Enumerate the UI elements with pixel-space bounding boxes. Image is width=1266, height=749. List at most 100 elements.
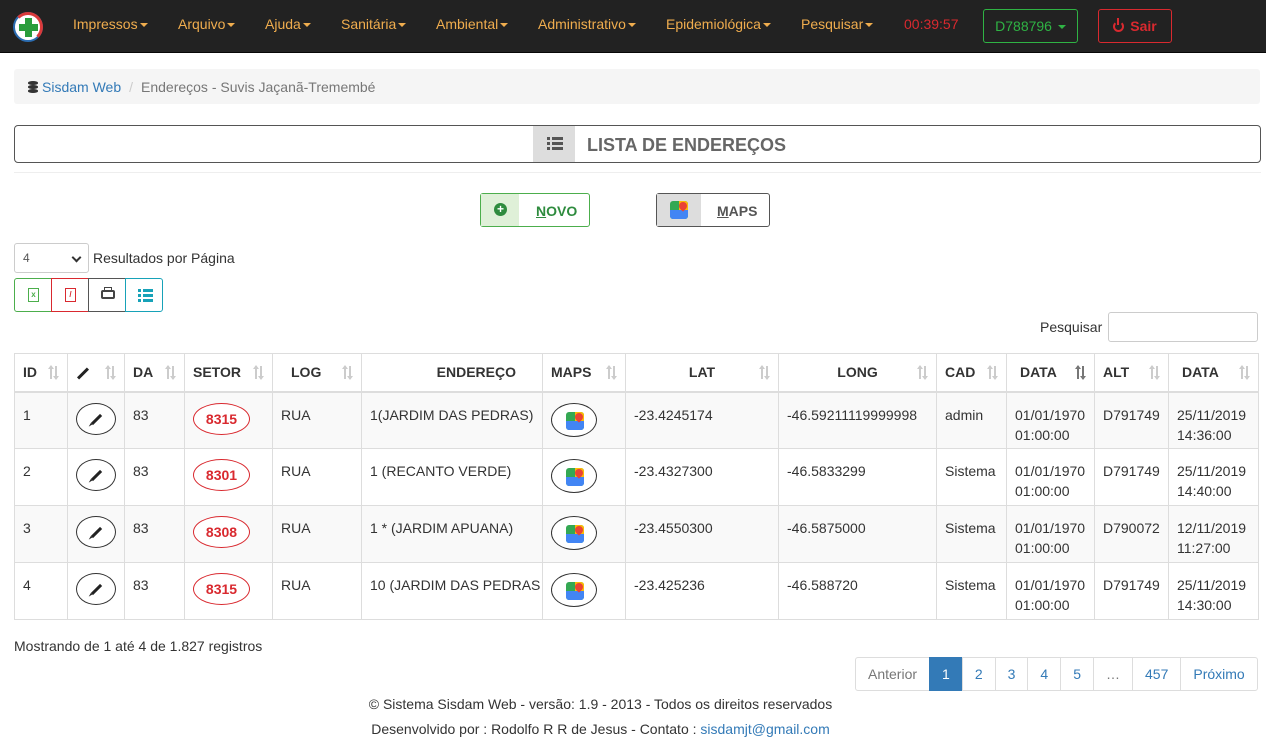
col-header-data-alteracao[interactable]: DATA (1168, 353, 1259, 393)
page-length-select[interactable]: 4 (14, 243, 89, 273)
page-ellipsis: … (1093, 657, 1134, 691)
caret-down-icon (227, 23, 236, 28)
caret-down-icon (627, 23, 636, 28)
pencil-icon (90, 526, 103, 539)
google-maps-icon (670, 201, 688, 219)
power-icon (1113, 18, 1125, 32)
page-title-panel: LISTA DE ENDEREÇOS (14, 125, 1261, 163)
page-next-button[interactable]: Próximo (1180, 657, 1258, 691)
menu-ajuda[interactable]: Ajuda (265, 16, 311, 32)
row-maps-button[interactable] (551, 459, 597, 493)
cell-data-cadastro: 01/01/1970 01:00:00 (1006, 505, 1095, 563)
user-dropdown-button[interactable]: D788796 (983, 9, 1078, 43)
sort-icon (917, 365, 929, 380)
cell-lat: -23.4327300 (625, 448, 779, 506)
col-header-da[interactable]: DA (124, 353, 185, 393)
breadcrumb-current: Endereços - Suvis Jaçanã-Tremembé (141, 79, 376, 95)
sort-icon (48, 365, 60, 380)
col-header-id[interactable]: ID (14, 353, 68, 393)
col-header-data-cadastro[interactable]: DATA (1006, 353, 1095, 393)
col-header-cad[interactable]: CAD (936, 353, 1007, 393)
setor-badge-button[interactable]: 8301 (193, 459, 250, 491)
col-header-edit[interactable] (67, 353, 125, 393)
col-header-maps[interactable]: MAPS (542, 353, 626, 393)
col-header-alt[interactable]: ALT (1094, 353, 1169, 393)
setor-badge-button[interactable]: 8315 (193, 573, 250, 605)
table-row: 4 83 8315 RUA 10 (JARDIM DAS PEDRAS -23.… (14, 562, 1259, 620)
menu-sanitaria[interactable]: Sanitária (341, 16, 407, 32)
setor-badge-button[interactable]: 8308 (193, 516, 250, 548)
breadcrumb: Sisdam Web / Endereços - Suvis Jaçanã-Trem… (14, 69, 1260, 104)
menu-pesquisar[interactable]: Pesquisar (801, 16, 874, 32)
menu-arquivo[interactable]: Arquivo (178, 16, 236, 32)
sort-icon (987, 365, 999, 380)
cell-alt: D791749 (1094, 562, 1169, 620)
maps-button[interactable]: MAPS (656, 193, 770, 227)
edit-row-button[interactable] (76, 459, 116, 491)
pencil-icon (76, 367, 90, 380)
row-maps-button[interactable] (551, 516, 597, 550)
page-length-label: Resultados por Página (93, 250, 235, 266)
caret-down-icon (139, 23, 148, 28)
cell-endereco: 1(JARDIM DAS PEDRAS) (361, 391, 543, 449)
edit-row-button[interactable] (76, 402, 116, 435)
pencil-icon (90, 469, 103, 482)
page-2-button[interactable]: 2 (961, 657, 996, 691)
menu-impressos[interactable]: Impressos (73, 16, 148, 32)
search-label: Pesquisar (1040, 319, 1103, 335)
cell-cad: Sistema (936, 448, 1007, 506)
cell-data-alteracao: 25/11/2019 14:40:00 (1168, 448, 1259, 506)
caret-down-icon (500, 23, 509, 28)
breadcrumb-home-link[interactable]: Sisdam Web (42, 79, 121, 95)
menu-administrativo[interactable]: Administrativo (538, 16, 636, 32)
column-visibility-button[interactable] (125, 278, 163, 312)
print-button[interactable] (88, 278, 126, 312)
page-4-button[interactable]: 4 (1027, 657, 1062, 691)
google-maps-icon (566, 525, 584, 543)
col-header-lat[interactable]: LAT (625, 353, 779, 393)
page-3-button[interactable]: 3 (994, 657, 1029, 691)
logout-button[interactable]: Sair (1098, 9, 1172, 43)
new-address-button[interactable]: + NOVO (480, 193, 590, 227)
sort-desc-icon (1075, 365, 1087, 380)
cell-alt: D790072 (1094, 505, 1169, 563)
setor-badge-button[interactable]: 8315 (193, 402, 250, 435)
col-header-setor[interactable]: SETOR (184, 353, 273, 393)
col-header-long[interactable]: LONG (778, 353, 937, 393)
export-excel-button[interactable]: x (14, 278, 52, 312)
cell-da: 83 (124, 448, 185, 506)
sort-icon (105, 365, 117, 380)
plus-circle-icon: + (494, 203, 507, 216)
footer-credits: Desenvolvido por : Rodolfo R R de Jesus … (371, 721, 830, 737)
col-header-log[interactable]: LOG (272, 353, 362, 393)
pencil-icon (90, 583, 103, 596)
row-maps-button[interactable] (551, 573, 597, 607)
cell-endereco: 1 (RECANTO VERDE) (361, 448, 543, 506)
cell-id: 2 (14, 448, 68, 506)
edit-row-button[interactable] (76, 573, 116, 605)
cell-log: RUA (272, 391, 362, 449)
cell-cad: Sistema (936, 505, 1007, 563)
col-header-endereco[interactable]: ENDEREÇO (361, 353, 543, 393)
list-icon (547, 137, 563, 151)
cell-endereco: 10 (JARDIM DAS PEDRAS (361, 562, 543, 620)
row-maps-button[interactable] (551, 402, 597, 437)
edit-row-button[interactable] (76, 516, 116, 548)
cell-lat: -23.425236 (625, 562, 779, 620)
page-5-button[interactable]: 5 (1060, 657, 1095, 691)
search-input[interactable] (1108, 312, 1258, 342)
sort-icon (759, 365, 771, 380)
contact-email-link[interactable]: sisdamjt@gmail.com (700, 721, 829, 737)
table-row: 1 83 8315 RUA 1(JARDIM DAS PEDRAS) -23.4… (14, 391, 1259, 449)
chevron-down-icon (71, 252, 82, 263)
page-previous-button[interactable]: Anterior (855, 657, 931, 691)
menu-ambiental[interactable]: Ambiental (436, 16, 509, 32)
app-logo-icon[interactable] (13, 12, 43, 42)
sort-icon (253, 365, 265, 380)
cell-da: 83 (124, 391, 185, 449)
export-pdf-button[interactable]: / (51, 278, 89, 312)
cell-cad: admin (936, 391, 1007, 449)
page-1-button[interactable]: 1 (929, 657, 963, 691)
page-last-button[interactable]: 457 (1132, 657, 1182, 691)
menu-epidemiologica[interactable]: Epidemiológica (666, 16, 771, 32)
